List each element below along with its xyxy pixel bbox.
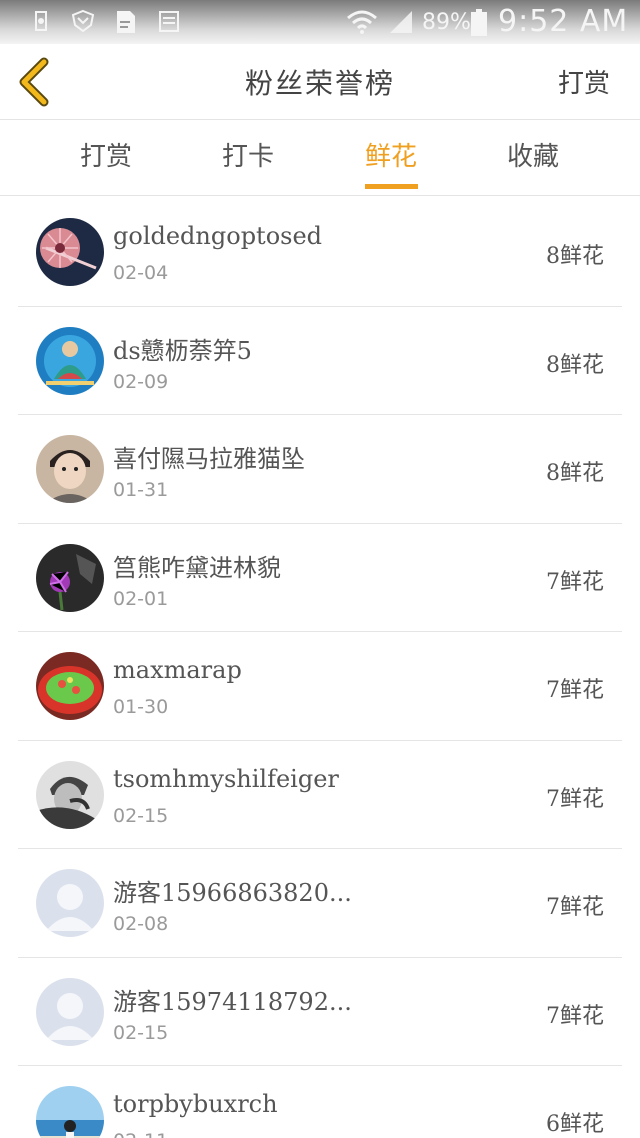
clock: 9:52 AM [498,4,629,39]
fan-date: 01-30 [113,696,169,718]
flower-count: 7鲜花 [546,786,604,812]
salad-dish-avatar [36,652,104,720]
fan-date: 01-31 [113,479,169,501]
fan-name: tsomhmyshilfeiger [113,764,339,793]
fan-name: ds戆枥萘笄5 [113,336,252,365]
fan-date: 02-09 [113,370,169,393]
flower-count: 7鲜花 [546,569,604,595]
list-item[interactable]: 游客15974118792... 02-15 7鲜花 [18,958,622,1066]
notification-icon [30,9,52,33]
fan-name: 游客15966863820... [113,879,352,907]
flower-count: 7鲜花 [546,678,604,703]
battery-percent: 89% [422,10,471,35]
default-user-avatar [36,869,104,937]
flower-count: 8鲜花 [546,352,604,378]
fan-list: goldedngoptosed 02-04 8鲜花 ds戆枥萘笄5 02-09 … [18,198,622,1138]
page-title: 粉丝荣誉榜 [244,67,395,100]
fan-name: 游客15974118792... [113,987,352,1016]
list-item[interactable]: goldedngoptosed 02-04 8鲜花 [18,198,622,307]
list-item[interactable]: 游客15966863820... 02-08 7鲜花 [18,849,622,958]
fan-date: 02-08 [113,913,169,935]
flower-count: 7鲜花 [546,895,604,920]
fan-date: 02-15 [113,1021,169,1044]
flower-count: 7鲜花 [546,1003,604,1029]
header: 粉丝荣誉榜 打赏 [0,44,640,120]
fan-name: goldedngoptosed [113,222,323,250]
fan-name: 喜付隰马拉雅猫坠 [113,445,305,473]
boy-portrait-avatar [36,435,104,503]
list-item[interactable]: ds戆枥萘笄5 02-09 8鲜花 [18,307,622,415]
shield-icon [70,9,95,33]
signal-icon [388,9,414,33]
default-user-avatar [36,977,104,1046]
tab-reward[interactable]: 打赏 [35,120,177,196]
reward-button[interactable]: 打赏 [558,63,610,100]
bw-portrait-avatar [36,760,104,829]
pink-flower-avatar [36,218,104,286]
list-item[interactable]: 筥熊咋黛进林貌 02-01 7鲜花 [18,524,622,632]
fan-name: 筥熊咋黛进林貌 [113,553,281,582]
deity-avatar [36,326,104,395]
calendar-icon [158,9,180,33]
document-icon [114,9,136,33]
tab-checkin[interactable]: 打卡 [177,120,319,196]
active-tab-indicator [365,184,418,189]
status-bar: 89% 9:52 AM [0,0,640,44]
purple-thistle-avatar [36,543,104,612]
list-item[interactable]: torpbybuxrch 02-11 6鲜花 [18,1066,622,1138]
fan-date: 02-04 [113,262,169,284]
flower-count: 6鲜花 [546,1112,604,1137]
battery-icon [470,9,488,36]
tab-bar: 打赏 打卡 鲜花 收藏 [0,120,640,196]
list-item[interactable]: tsomhmyshilfeiger 02-15 7鲜花 [18,741,622,849]
flower-count: 8鲜花 [546,461,604,486]
fan-date: 02-15 [113,804,169,827]
fan-date: 02-01 [113,587,169,610]
fan-date: 02-11 [113,1130,168,1138]
fan-name: maxmarap [113,656,242,684]
beach-avatar [36,1086,104,1138]
fan-name: torpbybuxrch [113,1090,278,1118]
list-item[interactable]: maxmarap 01-30 7鲜花 [18,632,622,741]
tab-favorites[interactable]: 收藏 [462,120,604,196]
list-item[interactable]: 喜付隰马拉雅猫坠 01-31 8鲜花 [18,415,622,524]
flower-count: 8鲜花 [546,244,604,269]
wifi-icon [346,9,378,34]
